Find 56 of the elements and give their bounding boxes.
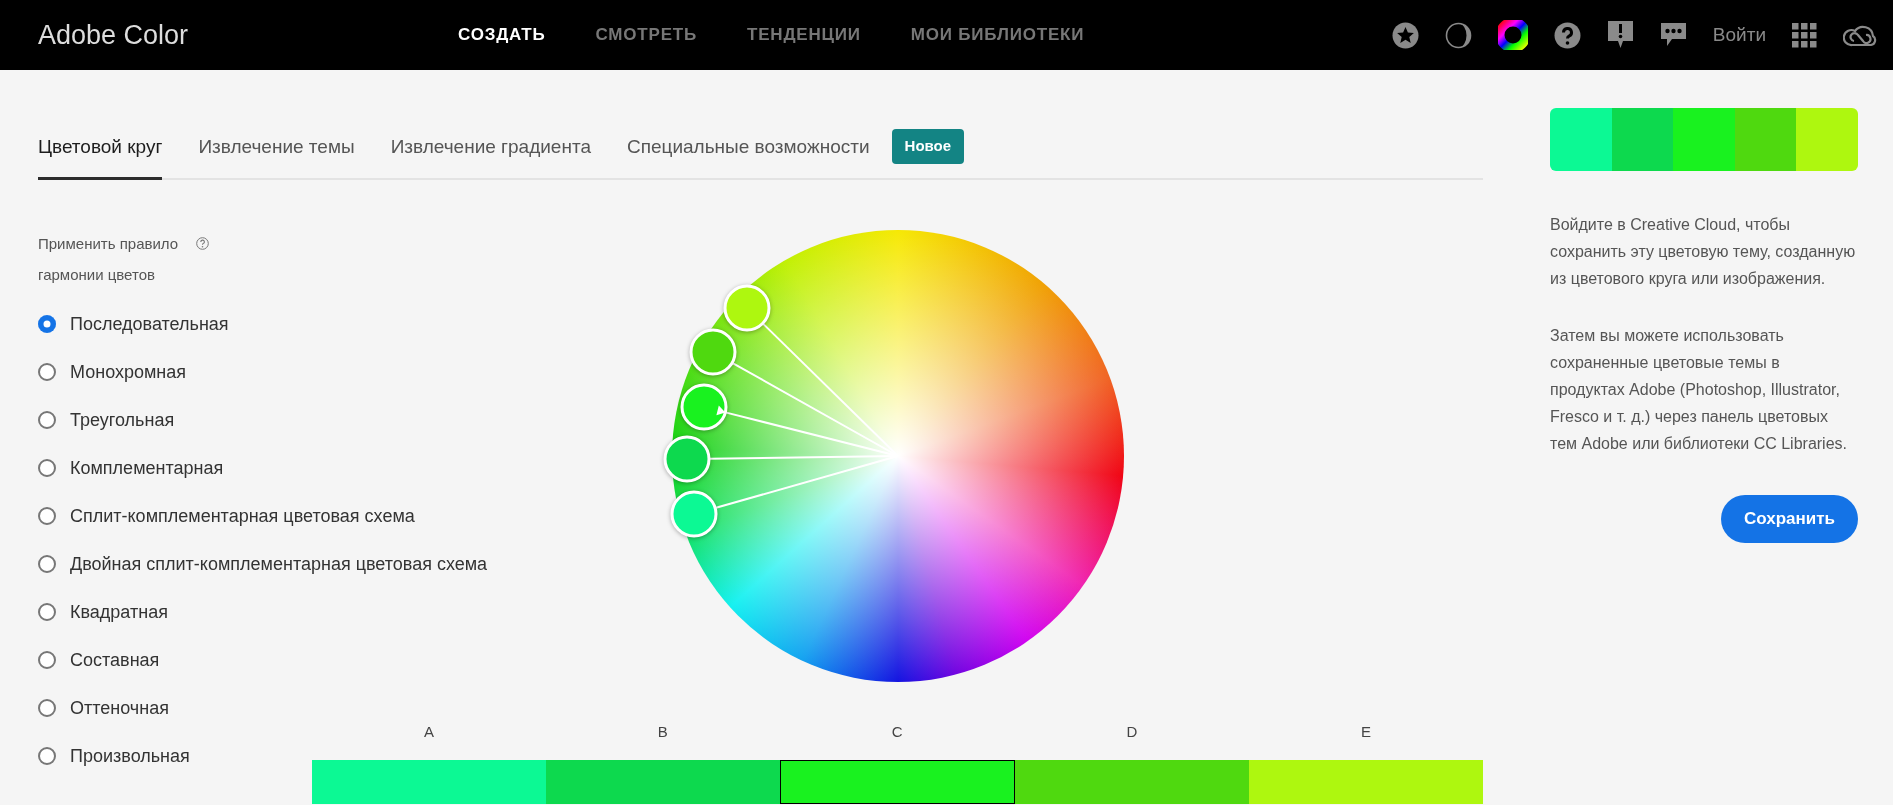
- moon-icon[interactable]: [1444, 21, 1472, 49]
- option-label[interactable]: Треугольная: [70, 406, 175, 434]
- option-label[interactable]: Оттеночная: [70, 694, 169, 722]
- color-marker[interactable]: [680, 383, 727, 431]
- apps-grid-icon[interactable]: [1792, 22, 1817, 48]
- option-label[interactable]: Монохромная: [70, 358, 187, 386]
- swatch-label: D: [1126, 723, 1138, 740]
- radio-button[interactable]: [38, 603, 56, 621]
- tab[interactable]: Специальные возможности: [627, 133, 870, 180]
- swatch-label: C: [891, 723, 903, 740]
- swatch-label: B: [657, 723, 668, 740]
- feedback-icon[interactable]: [1606, 20, 1634, 50]
- color-swatch[interactable]: [1014, 760, 1249, 804]
- radio-button[interactable]: [38, 747, 56, 765]
- app-logo[interactable]: Adobe Color: [38, 14, 458, 56]
- info-text: Затем вы можете использовать сохраненные цветовые темы в продуктах Adobe (Photoshop, Illustrator, Fresco и т. д.) через панель цветовых тем Adobe или библиотеки CC Libraries.: [1550, 326, 1848, 454]
- tab[interactable]: Извлечение градиента: [390, 133, 591, 180]
- info-text: Войдите в Creative Cloud, чтобы сохранить эту цветовую тему, созданную из цветового круга или изображения.: [1550, 215, 1857, 289]
- option-label[interactable]: Комплементарная: [70, 454, 224, 482]
- color-swatch[interactable]: [780, 760, 1015, 804]
- nav-link[interactable]: ТЕНДЕНЦИИ: [747, 22, 861, 48]
- sign-in-link[interactable]: Войти: [1712, 20, 1766, 50]
- option-label[interactable]: Составная: [70, 646, 160, 674]
- radio-button[interactable]: [38, 411, 56, 429]
- save-button[interactable]: Сохранить: [1720, 495, 1858, 543]
- help-icon[interactable]: [196, 237, 209, 250]
- radio-button[interactable]: [38, 507, 56, 525]
- color-swatch[interactable]: [312, 760, 547, 804]
- color-marker[interactable]: [670, 490, 717, 538]
- harmony-rule-label: Применить правило гармонии цветов: [38, 234, 180, 285]
- nav-link[interactable]: МОИ БИБЛИОТЕКИ: [910, 22, 1085, 48]
- nav-link[interactable]: СМОТРЕТЬ: [595, 22, 697, 48]
- color-marker[interactable]: [663, 435, 710, 483]
- option-label[interactable]: Произвольная: [70, 742, 190, 770]
- tab[interactable]: Извлечение темы: [198, 133, 355, 180]
- option-label[interactable]: Сплит-комплементарная цветовая схема: [70, 502, 415, 530]
- option-label[interactable]: Последовательная: [70, 310, 229, 338]
- color-marker[interactable]: [723, 284, 770, 332]
- radio-button[interactable]: [38, 651, 56, 669]
- radio-button[interactable]: [38, 555, 56, 573]
- radio-button[interactable]: [38, 315, 56, 333]
- swatch-label: A: [423, 723, 434, 740]
- color-wheel-icon[interactable]: [1497, 20, 1528, 50]
- tab[interactable]: Цветовой круг: [38, 133, 163, 180]
- nav-link[interactable]: СОЗДАТЬ: [458, 22, 546, 48]
- color-marker[interactable]: [689, 328, 736, 376]
- radio-button[interactable]: [38, 363, 56, 381]
- help-icon[interactable]: [1553, 21, 1581, 49]
- color-swatch[interactable]: [546, 760, 781, 804]
- radio-button[interactable]: [38, 699, 56, 717]
- option-label[interactable]: Двойная сплит-комплементарная цветовая схема: [70, 550, 488, 578]
- radio-button[interactable]: [38, 459, 56, 477]
- option-label[interactable]: Квадратная: [70, 598, 168, 626]
- new-badge: Новое: [891, 129, 965, 164]
- color-swatch[interactable]: [1248, 760, 1483, 804]
- swatch-label: E: [1361, 723, 1372, 740]
